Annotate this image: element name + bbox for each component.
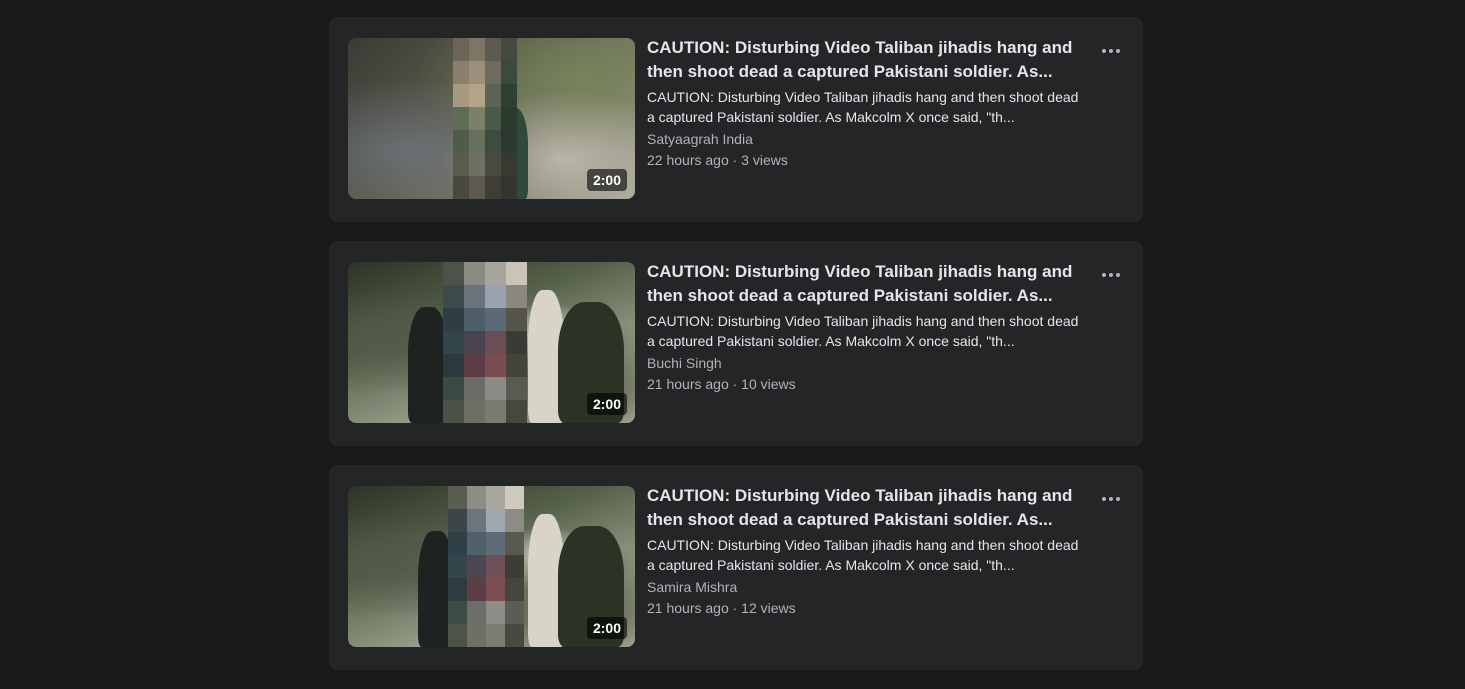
video-author[interactable]: Buchi Singh: [647, 353, 1087, 373]
video-meta: 21 hours ago · 12 views: [647, 600, 796, 616]
video-description: CAUTION: Disturbing Video Taliban jihadi…: [647, 537, 1079, 573]
more-options-icon[interactable]: [1095, 487, 1127, 511]
video-thumbnail[interactable]: 2:00: [348, 262, 635, 423]
video-meta: 22 hours ago · 3 views: [647, 152, 788, 168]
video-duration: 2:00: [586, 169, 627, 191]
video-thumbnail[interactable]: 2:00: [348, 38, 635, 199]
more-options-icon[interactable]: [1095, 263, 1127, 287]
video-title[interactable]: CAUTION: Disturbing Video Taliban jihadi…: [647, 484, 1087, 532]
thumbnail-figure: [408, 307, 448, 423]
pixelated-censor-area: [453, 38, 517, 199]
video-description: CAUTION: Disturbing Video Taliban jihadi…: [647, 313, 1079, 349]
video-author[interactable]: Satyaagrah India: [647, 129, 1087, 149]
pixelated-censor-area: [448, 486, 524, 647]
pixelated-censor-area: [443, 262, 527, 423]
video-description: CAUTION: Disturbing Video Taliban jihadi…: [647, 89, 1079, 125]
video-thumbnail[interactable]: 2:00: [348, 486, 635, 647]
video-title[interactable]: CAUTION: Disturbing Video Taliban jihadi…: [647, 260, 1087, 308]
video-title[interactable]: CAUTION: Disturbing Video Taliban jihadi…: [647, 36, 1087, 84]
video-meta: 21 hours ago · 10 views: [647, 376, 796, 392]
video-duration: 2:00: [586, 393, 627, 415]
more-options-icon[interactable]: [1095, 39, 1127, 63]
video-card: 2:00 CAUTION: Disturbing Video Taliban j…: [329, 17, 1143, 222]
video-duration: 2:00: [586, 617, 627, 639]
video-card: 2:00 CAUTION: Disturbing Video Taliban j…: [329, 241, 1143, 446]
video-author[interactable]: Samira Mishra: [647, 577, 1087, 597]
video-card: 2:00 CAUTION: Disturbing Video Taliban j…: [329, 465, 1143, 670]
video-feed: 2:00 CAUTION: Disturbing Video Taliban j…: [329, 17, 1143, 689]
